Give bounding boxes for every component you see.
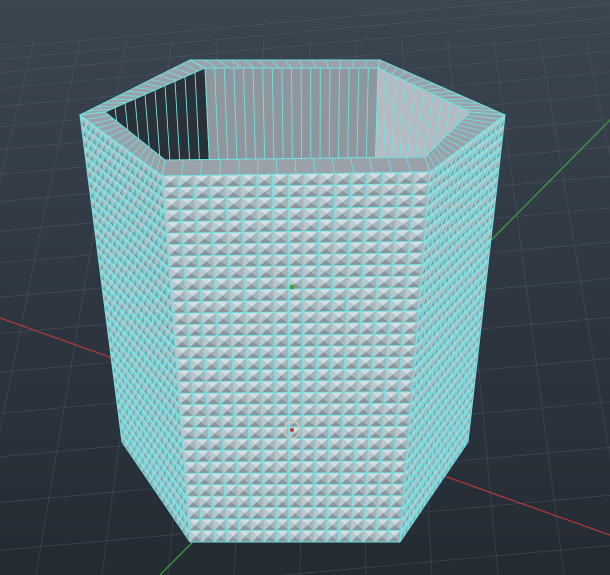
- hexagonal-cup-mesh[interactable]: [78, 59, 507, 543]
- grid-line: [0, 39, 81, 431]
- grid-line: [0, 3, 610, 60]
- grid-line: [280, 545, 610, 575]
- grid-line: [0, 39, 35, 182]
- scene-canvas[interactable]: [0, 0, 610, 575]
- mesh-face-front: [161, 171, 431, 543]
- grid-line: [0, 0, 536, 49]
- 3d-viewport[interactable]: [0, 0, 610, 575]
